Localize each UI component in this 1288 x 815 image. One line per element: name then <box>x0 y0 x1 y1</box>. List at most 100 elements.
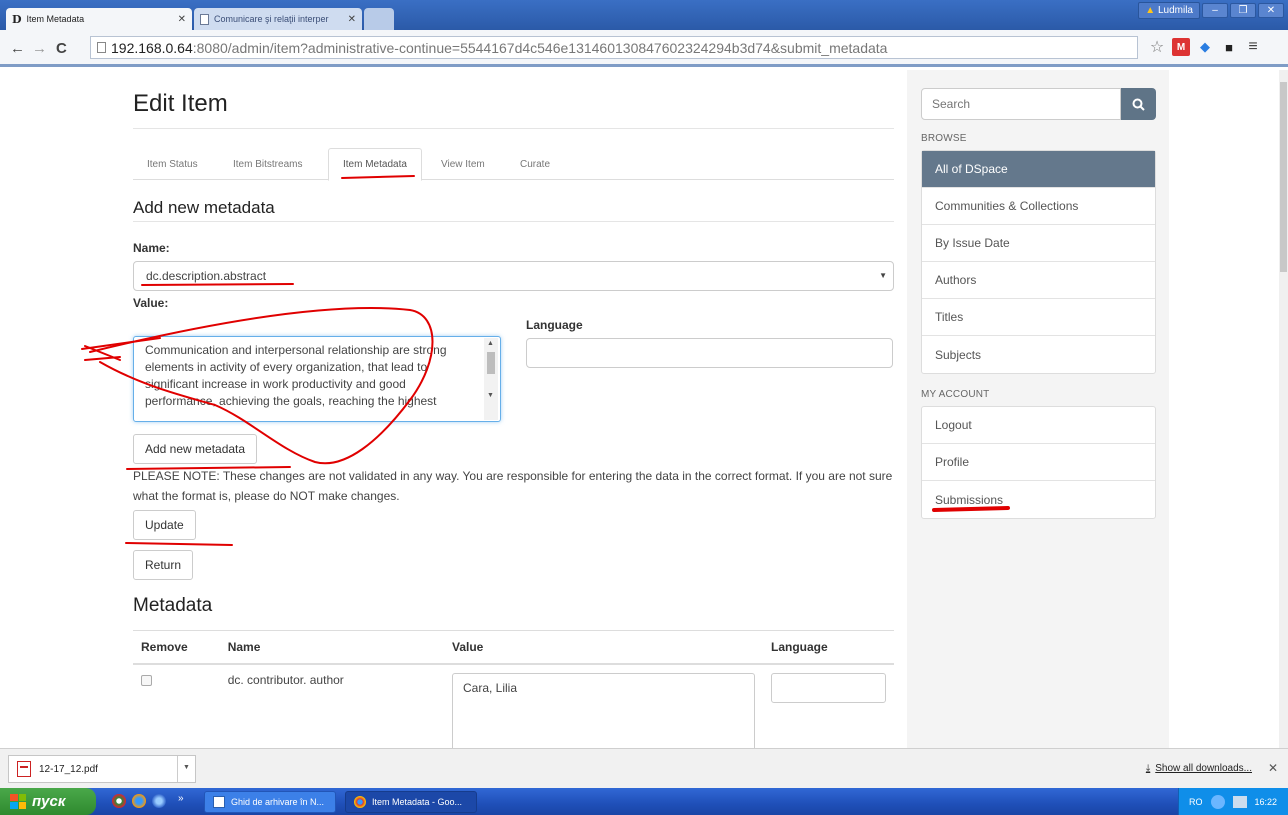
tab-curate[interactable]: Curate <box>506 148 564 180</box>
minimize-icon[interactable]: – <box>1202 3 1228 18</box>
download-item[interactable]: 12-17_12.pdf ▼ <box>8 755 196 783</box>
download-arrow-icon: ⤓ <box>1145 763 1151 774</box>
textarea-scrollbar[interactable]: ▲ ▼ <box>484 338 498 420</box>
caret-down-icon: ▼ <box>879 271 887 280</box>
search-button[interactable] <box>1121 88 1156 120</box>
tray-arrow-icon[interactable] <box>1210 794 1225 809</box>
search-icon <box>1132 98 1145 111</box>
remove-checkbox[interactable] <box>141 675 152 686</box>
item-tabs: Item Status Item Bitstreams Item Metadat… <box>133 148 894 181</box>
update-button[interactable]: Update <box>133 510 196 540</box>
sidebar-item-subjects[interactable]: Subjects <box>922 336 1155 373</box>
table-row: dc. contributor. author Cara, Lilia <box>133 664 894 748</box>
profile-badge[interactable]: ▲ Ludmila <box>1138 2 1200 19</box>
start-button[interactable]: пуск <box>0 788 96 815</box>
tab-item-bitstreams[interactable]: Item Bitstreams <box>219 148 316 180</box>
add-metadata-heading: Add new metadata <box>133 198 275 217</box>
add-new-metadata-button[interactable]: Add new metadata <box>133 434 258 464</box>
sidebar-item-profile[interactable]: Profile <box>922 444 1155 481</box>
browser-tab-title: Item Metadata <box>26 14 85 24</box>
tab-view-item[interactable]: View Item <box>427 148 499 180</box>
row-value-textarea[interactable]: Cara, Lilia <box>451 673 755 748</box>
address-bar[interactable]: 192.168.0.64:8080/admin/item?administrat… <box>90 36 1138 59</box>
more-quicklaunch-icon[interactable]: » <box>178 793 184 804</box>
name-select-value: dc.description.abstract <box>146 269 267 283</box>
pdf-file-icon <box>17 761 31 777</box>
value-textarea[interactable]: Communication and interpersonal relation… <box>133 336 501 422</box>
word-document-icon <box>213 796 225 808</box>
browser-tab-comunicare[interactable]: Comunicare şi relaţii interper ✕ <box>194 8 362 30</box>
tab-item-status[interactable]: Item Status <box>133 148 212 180</box>
scroll-up-icon[interactable]: ▲ <box>487 340 494 347</box>
search-input[interactable] <box>921 88 1122 120</box>
web-page: Edit Item Item Status Item Bitstreams It… <box>0 70 1288 748</box>
profile-name: Ludmila <box>1157 5 1193 16</box>
downloads-bar: 12-17_12.pdf ▼ ⤓ Show all downloads... ✕ <box>0 748 1288 788</box>
sidebar-item-titles[interactable]: Titles <box>922 299 1155 336</box>
extension-lock-icon[interactable]: ■ <box>1220 38 1238 56</box>
back-arrow-icon[interactable]: ← <box>10 40 25 57</box>
taskbar-item-chrome[interactable]: Item Metadata - Goo... <box>345 791 477 813</box>
extension-diamond-icon[interactable]: ◆ <box>1196 38 1214 56</box>
sidebar-item-authors[interactable]: Authors <box>922 262 1155 299</box>
account-list: Logout Profile Submissions <box>921 406 1156 519</box>
sidebar-item-communities[interactable]: Communities & Collections <box>922 188 1155 225</box>
reload-icon[interactable]: C <box>56 40 67 57</box>
row-name: dc. contributor. author <box>227 673 344 687</box>
chrome-quicklaunch-icon[interactable] <box>112 794 126 808</box>
firefox-quicklaunch-icon[interactable] <box>132 794 146 808</box>
new-tab-button[interactable] <box>364 8 394 30</box>
close-tab-icon[interactable]: ✕ <box>348 14 356 25</box>
taskbar-item-label: Item Metadata - Goo... <box>372 797 463 807</box>
scroll-thumb[interactable] <box>487 352 495 374</box>
scroll-down-icon[interactable]: ▼ <box>487 392 494 399</box>
browse-list: All of DSpace Communities & Collections … <box>921 150 1156 374</box>
close-tab-icon[interactable]: ✕ <box>178 14 186 25</box>
metadata-table: Remove Name Value Language dc. contribut… <box>133 630 894 748</box>
window-controls: ▲ Ludmila – ❐ ✕ <box>1138 2 1284 19</box>
network-icon[interactable] <box>1232 795 1247 808</box>
sidebar-item-logout[interactable]: Logout <box>922 407 1155 444</box>
tab-item-metadata[interactable]: Item Metadata <box>328 148 422 181</box>
forward-arrow-icon[interactable]: → <box>32 40 47 57</box>
column-remove: Remove <box>133 630 220 665</box>
clock: 16:22 <box>1254 796 1278 807</box>
row-language-input[interactable] <box>771 673 886 703</box>
sidebar-item-all-of-dspace[interactable]: All of DSpace <box>922 151 1155 188</box>
browser-tab-strip: D Item Metadata ✕ Comunicare şi relaţii … <box>0 0 1288 30</box>
taskbar-item-word[interactable]: Ghid de arhivare în N... <box>204 791 336 813</box>
chrome-icon <box>354 796 366 808</box>
sidebar-item-submissions[interactable]: Submissions <box>922 481 1155 518</box>
show-all-downloads-link[interactable]: ⤓ Show all downloads... <box>1146 763 1252 774</box>
url-path: :8080/admin/item?administrative-continue… <box>192 39 888 56</box>
system-tray: RO 16:22 <box>1178 788 1288 815</box>
browser-tab-item-metadata[interactable]: D Item Metadata ✕ <box>6 8 192 30</box>
browser-toolbar: ← → C 192.168.0.64:8080/admin/item?admin… <box>0 30 1288 67</box>
sidebar: BROWSE All of DSpace Communities & Colle… <box>907 70 1169 748</box>
search-group <box>921 88 1156 120</box>
warning-note: PLEASE NOTE: These changes are not valid… <box>133 469 893 503</box>
divider <box>133 221 894 222</box>
page-scrollbar[interactable] <box>1279 70 1288 748</box>
windows-logo-icon <box>10 794 26 809</box>
return-button[interactable]: Return <box>133 550 194 580</box>
browser-tab-title: Comunicare şi relaţii interper <box>214 14 329 24</box>
close-downloads-icon[interactable]: ✕ <box>1268 761 1278 775</box>
divider <box>177 756 178 782</box>
language-input[interactable] <box>526 338 893 368</box>
column-language: Language <box>763 630 894 665</box>
start-label: пуск <box>32 793 66 810</box>
sidebar-item-issue-date[interactable]: By Issue Date <box>922 225 1155 262</box>
restore-icon[interactable]: ❐ <box>1230 3 1256 18</box>
name-select[interactable]: dc.description.abstract ▼ <box>133 261 894 291</box>
language-indicator[interactable]: RO <box>1189 797 1203 807</box>
close-window-icon[interactable]: ✕ <box>1258 3 1284 18</box>
extension-m-icon[interactable]: M <box>1172 38 1190 56</box>
chevron-down-icon[interactable]: ▼ <box>183 764 190 771</box>
ie-quicklaunch-icon[interactable] <box>152 794 166 808</box>
page-scroll-thumb[interactable] <box>1280 82 1287 272</box>
star-icon[interactable]: ☆ <box>1148 38 1166 56</box>
metadata-heading: Metadata <box>133 595 213 616</box>
menu-icon[interactable]: ≡ <box>1244 38 1262 56</box>
url-host: 192.168.0.64 <box>111 39 193 56</box>
